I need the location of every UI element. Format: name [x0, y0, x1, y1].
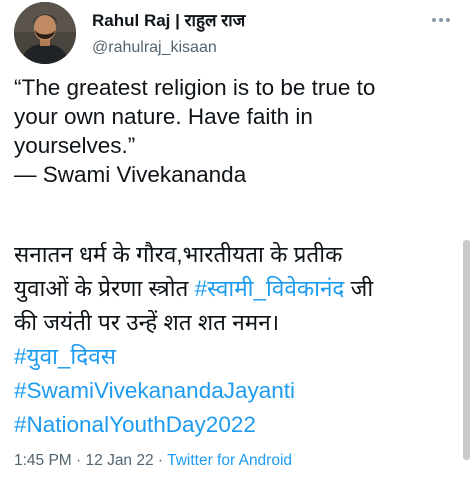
hindi-line: सनातन धर्म के गौरव,भारतीयता के प्रतीक	[14, 242, 343, 267]
tweet-meta: 1:45 PM · 12 Jan 22 · Twitter for Androi…	[14, 451, 292, 471]
tweet-quote: “The greatest religion is to be true to …	[14, 73, 454, 189]
author-handle[interactable]: @rahulraj_kisaan	[92, 38, 245, 58]
tweet-source[interactable]: Twitter for Android	[167, 452, 292, 469]
hashtag-link[interactable]: #SwamiVivekanandaJayanti	[14, 374, 454, 408]
hashtag-link[interactable]: #युवा_दिवस	[14, 340, 454, 374]
hashtag-link[interactable]: #NationalYouthDay2022	[14, 408, 454, 442]
meta-separator: ·	[71, 452, 86, 469]
more-options-button[interactable]	[426, 10, 456, 30]
quote-line: yourselves.”	[14, 133, 136, 158]
more-options-dot	[439, 18, 443, 22]
hindi-line-text: जी	[344, 276, 374, 301]
quote-line: your own nature. Have faith in	[14, 104, 313, 129]
quote-line: “The greatest religion is to be true to	[14, 75, 376, 100]
author-display-name[interactable]: Rahul Raj | राहुल राज	[92, 10, 245, 32]
tweet-card[interactable]: Rahul Raj | राहुल राज @rahulraj_kisaan “…	[0, 0, 470, 480]
avatar[interactable]	[14, 2, 76, 64]
hindi-line: युवाओं के प्रेरणा स्त्रोत #स्वामी_विवेका…	[14, 272, 454, 306]
profile-photo-icon	[14, 2, 76, 64]
tweet-time[interactable]: 1:45 PM	[14, 452, 72, 469]
scrollbar[interactable]	[463, 240, 470, 460]
tweet-hindi-text: सनातन धर्म के गौरव,भारतीयता के प्रतीक यु…	[14, 238, 454, 442]
hindi-line-text: युवाओं के प्रेरणा स्त्रोत	[14, 276, 195, 301]
more-options-dot	[446, 18, 450, 22]
hashtag-link[interactable]: #स्वामी_विवेकानंद	[195, 276, 345, 301]
meta-separator: ·	[153, 452, 168, 469]
author-info: Rahul Raj | राहुल राज @rahulraj_kisaan	[92, 10, 245, 58]
quote-attribution: — Swami Vivekananda	[14, 162, 247, 187]
more-options-icon	[432, 18, 436, 22]
tweet-date[interactable]: 12 Jan 22	[86, 452, 154, 469]
hindi-line: की जयंती पर उन्हें शत शत नमन।	[14, 310, 280, 335]
